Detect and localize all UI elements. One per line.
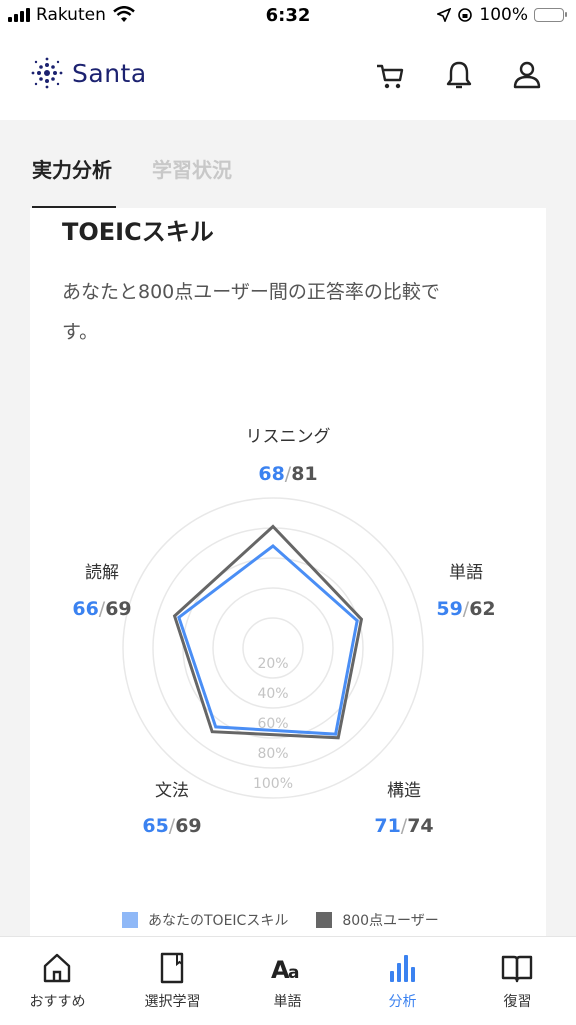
legend-swatch-mine bbox=[122, 912, 138, 928]
tab-skill-analysis[interactable]: 実力分析 bbox=[32, 154, 112, 183]
bar-chart-icon bbox=[390, 955, 415, 982]
radar-ring-label: 100% bbox=[253, 776, 293, 792]
logo-icon bbox=[31, 57, 63, 89]
text-aa-icon: A a bbox=[271, 956, 299, 984]
app-header: Santa bbox=[0, 34, 576, 120]
nav-label-vocabulary: 単語 bbox=[273, 994, 302, 1010]
skill-label-grammar: 文法 bbox=[155, 781, 189, 801]
book-page-icon bbox=[160, 952, 184, 984]
user-icon[interactable] bbox=[510, 58, 544, 92]
nav-item-analysis[interactable]: 分析 bbox=[345, 937, 460, 1025]
svg-text:a: a bbox=[288, 963, 299, 983]
radar-series-mine bbox=[177, 544, 359, 736]
logo-text: Santa bbox=[72, 58, 147, 88]
radar-ring-label: 20% bbox=[257, 656, 288, 672]
skill-label-reading: 読解 bbox=[85, 563, 119, 583]
skill-label-structure: 構造 bbox=[387, 781, 421, 801]
legend-item-800: 800点ユーザー bbox=[316, 910, 439, 930]
radar-ring-label: 40% bbox=[257, 686, 288, 702]
cart-icon[interactable] bbox=[374, 58, 408, 92]
status-bar: Rakuten 6:32 100% bbox=[0, 0, 576, 34]
rotation-lock-icon bbox=[458, 8, 473, 22]
legend-label-mine: あなたのTOEICスキル bbox=[148, 913, 289, 929]
nav-item-review[interactable]: 復習 bbox=[460, 937, 575, 1025]
home-icon bbox=[43, 953, 71, 983]
bell-icon[interactable] bbox=[442, 58, 476, 92]
toeic-skill-card: TOEICスキル あなたと800点ユーザー間の正答率の比較です。 20% 40% 6… bbox=[30, 208, 546, 938]
skill-score-listening: 68/81 bbox=[258, 463, 318, 485]
nav-item-vocabulary[interactable]: A a 単語 bbox=[230, 937, 345, 1025]
skill-score-structure: 71/74 bbox=[374, 815, 434, 837]
legend-swatch-800 bbox=[316, 912, 333, 928]
nav-item-recommend[interactable]: おすすめ bbox=[0, 937, 115, 1025]
skill-score-reading: 66/69 bbox=[72, 598, 132, 620]
legend-label-800: 800点ユーザー bbox=[342, 913, 439, 929]
open-book-icon bbox=[501, 955, 533, 983]
radar-ring-label: 80% bbox=[257, 746, 288, 762]
nav-label-review: 復習 bbox=[503, 994, 532, 1010]
chart-legend: あなたのTOEICスキル 800点ユーザー bbox=[122, 910, 439, 930]
santa-logo[interactable]: Santa bbox=[30, 56, 147, 90]
status-right: 100% bbox=[437, 5, 567, 25]
legend-item-mine: あなたのTOEICスキル bbox=[122, 910, 288, 930]
skill-score-grammar: 65/69 bbox=[142, 815, 202, 837]
battery-percent: 100% bbox=[479, 5, 528, 25]
battery-icon bbox=[534, 8, 567, 22]
tab-study-status[interactable]: 学習状況 bbox=[152, 154, 232, 183]
location-icon bbox=[437, 8, 452, 22]
skill-label-vocabulary: 単語 bbox=[449, 563, 483, 583]
skill-score-vocabulary: 59/62 bbox=[436, 598, 496, 620]
nav-label-recommend: おすすめ bbox=[29, 994, 86, 1010]
skill-label-listening: リスニング bbox=[245, 427, 331, 447]
nav-label-analysis: 分析 bbox=[388, 994, 417, 1010]
nav-label-select-study: 選択学習 bbox=[144, 994, 201, 1010]
bottom-navigation: おすすめ 選択学習 A a 単語 分析 復習 bbox=[0, 936, 576, 1025]
radar-ring-label: 60% bbox=[257, 716, 288, 732]
nav-item-select-study[interactable]: 選択学習 bbox=[115, 937, 230, 1025]
analysis-tabs: 実力分析 学習状況 bbox=[0, 120, 576, 208]
